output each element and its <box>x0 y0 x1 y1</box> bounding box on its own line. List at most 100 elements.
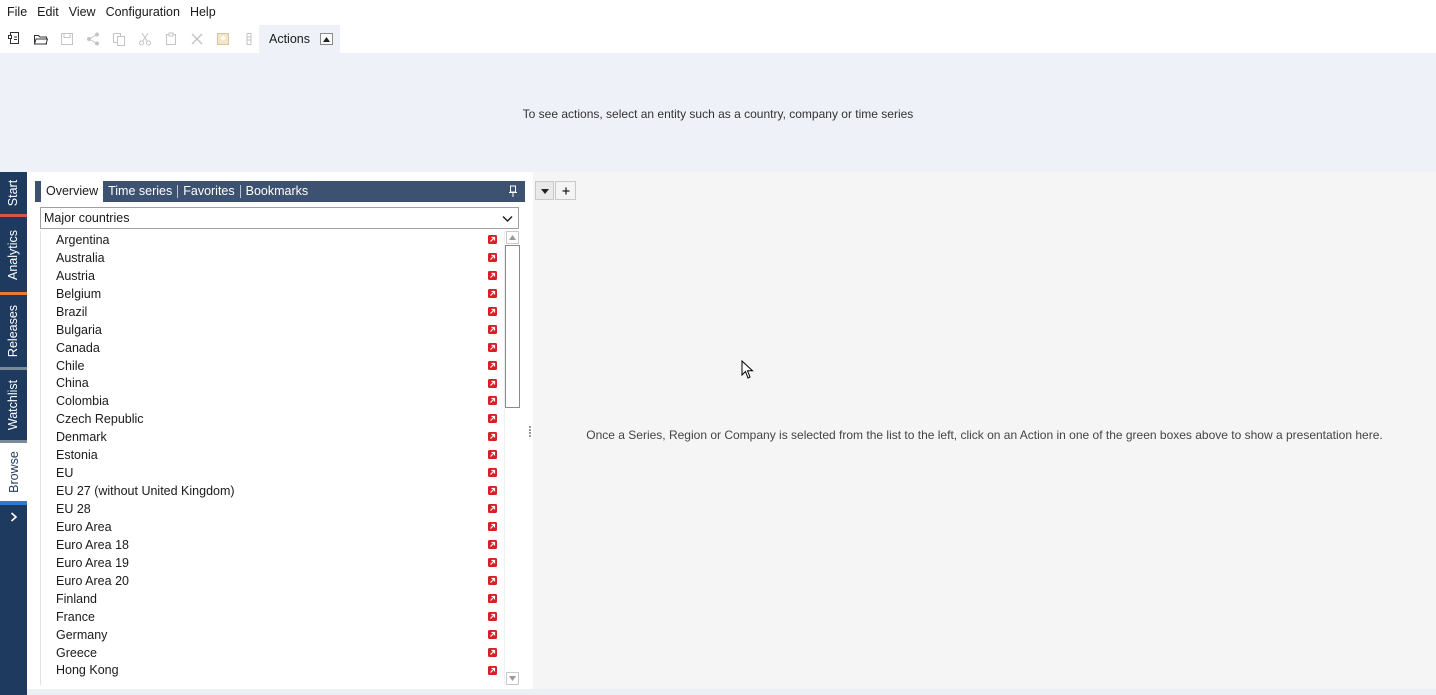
open-link-icon[interactable] <box>488 468 497 478</box>
chevron-right-icon <box>10 512 17 522</box>
menu-help[interactable]: Help <box>185 0 221 25</box>
open-link-icon[interactable] <box>488 432 497 442</box>
open-link-icon[interactable] <box>488 522 497 531</box>
list-item-label: Czech Republic <box>56 412 144 427</box>
side-tab-analytics[interactable]: Analytics <box>0 217 27 292</box>
open-link-icon[interactable] <box>488 647 497 657</box>
scroll-thumb[interactable] <box>505 245 520 408</box>
list-item[interactable]: Bulgaria <box>41 321 500 339</box>
pin-icon[interactable] <box>507 185 519 198</box>
list-item[interactable]: Austria <box>41 267 500 285</box>
open-link-icon[interactable] <box>488 270 497 280</box>
list-item[interactable]: Denmark <box>41 428 500 446</box>
open-link-icon[interactable] <box>488 539 497 549</box>
list-item[interactable]: EU 27 (without United Kingdom) <box>41 482 500 500</box>
list-item[interactable]: Czech Republic <box>41 410 500 428</box>
open-link-icon[interactable] <box>488 557 497 567</box>
collapse-actions-button[interactable] <box>320 33 333 45</box>
arrow-down-icon <box>509 676 516 681</box>
copy-icon[interactable] <box>106 28 132 50</box>
open-link-icon[interactable] <box>488 396 497 406</box>
side-tab-label: Start <box>6 179 21 207</box>
open-folder-icon[interactable] <box>28 28 54 50</box>
region-select[interactable]: Major countries <box>40 207 519 229</box>
list-item[interactable]: China <box>41 375 500 393</box>
open-link-icon[interactable] <box>488 324 497 334</box>
menu-configuration[interactable]: Configuration <box>101 0 185 25</box>
scroll-up-button[interactable] <box>506 231 519 244</box>
plus-icon <box>562 187 569 194</box>
open-link-icon[interactable] <box>488 378 497 388</box>
open-link-icon[interactable] <box>488 575 497 585</box>
tab-bookmarks[interactable]: Bookmarks <box>241 181 314 202</box>
open-link-icon[interactable] <box>488 306 497 316</box>
open-link-icon[interactable] <box>488 504 497 514</box>
open-link-icon[interactable] <box>488 288 497 298</box>
side-tab-bar: Start Analytics Releases Watchlist Brows… <box>0 172 27 695</box>
side-tab-label: Watchlist <box>6 379 21 431</box>
list-item[interactable]: Germany <box>41 626 500 644</box>
add-presentation-button[interactable] <box>555 181 576 200</box>
side-tab-start[interactable]: Start <box>0 172 27 214</box>
menu-view[interactable]: View <box>64 0 101 25</box>
side-tab-releases[interactable]: Releases <box>0 295 27 367</box>
open-link-icon[interactable] <box>488 629 497 639</box>
open-link-icon[interactable] <box>488 235 497 244</box>
list-item[interactable]: Euro Area 20 <box>41 572 500 590</box>
list-item[interactable]: Greece <box>41 644 500 662</box>
list-item[interactable]: Brazil <box>41 303 500 321</box>
open-link-icon[interactable] <box>488 665 497 675</box>
menu-file[interactable]: File <box>2 0 32 25</box>
scroll-down-button[interactable] <box>506 672 519 685</box>
list-item[interactable]: Estonia <box>41 446 500 464</box>
list-item[interactable]: EU <box>41 464 500 482</box>
tab-favorites[interactable]: Favorites <box>178 181 239 202</box>
list-item[interactable]: Colombia <box>41 392 500 410</box>
new-document-icon[interactable] <box>2 28 28 50</box>
actions-tab[interactable]: Actions <box>259 25 340 53</box>
list-item[interactable]: Australia <box>41 249 500 267</box>
side-tab-watchlist[interactable]: Watchlist <box>0 370 27 440</box>
menu-edit[interactable]: Edit <box>32 0 64 25</box>
list-item[interactable]: Euro Area <box>41 518 500 536</box>
tab-overview[interactable]: Overview <box>41 181 104 202</box>
list-item-label: EU 28 <box>56 502 91 517</box>
mouse-cursor-icon <box>741 360 754 379</box>
list-item[interactable]: EU 28 <box>41 500 500 518</box>
side-tab-accent <box>0 501 27 505</box>
open-link-icon[interactable] <box>488 450 497 460</box>
tab-time-series[interactable]: Time series <box>103 181 177 202</box>
list-scrollbar[interactable] <box>504 231 520 685</box>
expand-sidebar-button[interactable] <box>0 508 27 526</box>
list-item[interactable]: France <box>41 608 500 626</box>
browse-tabs: Overview Time series Favorites Bookmarks <box>41 181 313 202</box>
chevron-up-icon <box>323 36 330 42</box>
image-icon[interactable] <box>210 28 236 50</box>
list-item[interactable]: Hong Kong <box>41 662 500 680</box>
open-link-icon[interactable] <box>488 486 497 496</box>
open-link-icon[interactable] <box>488 252 497 262</box>
open-link-icon[interactable] <box>488 414 497 424</box>
delete-icon[interactable] <box>184 28 210 50</box>
list-item[interactable]: Belgium <box>41 285 500 303</box>
list-item[interactable]: Canada <box>41 339 500 357</box>
share-icon[interactable] <box>80 28 106 50</box>
paste-icon[interactable] <box>158 28 184 50</box>
list-item-label: Australia <box>56 250 105 265</box>
open-link-icon[interactable] <box>488 360 497 370</box>
presentation-menu-button[interactable] <box>535 181 554 200</box>
list-item[interactable]: Finland <box>41 590 500 608</box>
save-icon[interactable] <box>54 28 80 50</box>
status-strip <box>27 689 1436 695</box>
list-item[interactable]: Chile <box>41 357 500 375</box>
list-item-label: Euro Area 19 <box>56 555 129 570</box>
list-item[interactable]: Euro Area 19 <box>41 554 500 572</box>
list-item-label: Canada <box>56 340 100 355</box>
open-link-icon[interactable] <box>488 342 497 352</box>
cut-icon[interactable] <box>132 28 158 50</box>
list-item[interactable]: Argentina <box>41 231 500 249</box>
list-item[interactable]: Euro Area 18 <box>41 536 500 554</box>
open-link-icon[interactable] <box>488 593 497 603</box>
open-link-icon[interactable] <box>488 611 497 621</box>
side-tab-browse[interactable]: Browse <box>0 443 27 501</box>
